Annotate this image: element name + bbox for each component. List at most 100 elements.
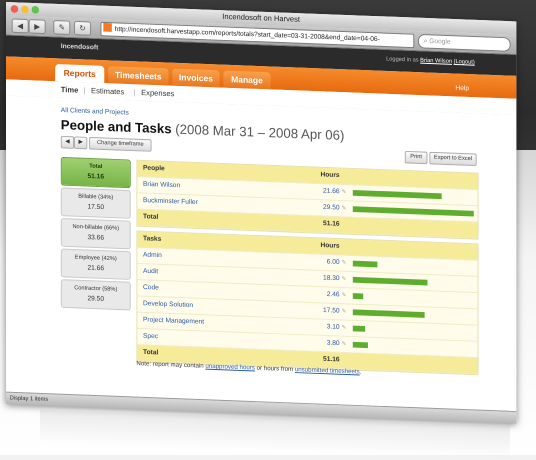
summary-label: Total bbox=[89, 163, 103, 170]
summary-non-billable[interactable]: Non-billable (66%) 33.66 bbox=[60, 218, 131, 250]
hours-link[interactable]: 2.46 bbox=[304, 290, 340, 298]
edit-icon[interactable]: ✎ bbox=[341, 308, 347, 315]
report-content: All Clients and Projects People and Task… bbox=[6, 95, 517, 423]
edit-icon[interactable]: ✎ bbox=[341, 205, 347, 212]
company-name: Incendosoft bbox=[60, 43, 99, 52]
export-excel-button[interactable]: Export to Excel bbox=[429, 151, 477, 167]
back-button[interactable]: ◀ bbox=[11, 18, 29, 34]
change-timeframe-button[interactable]: Change timeframe bbox=[89, 136, 152, 152]
next-period-button[interactable]: ▶ bbox=[74, 136, 88, 150]
prev-period-button[interactable]: ◀ bbox=[60, 135, 75, 149]
task-name-link[interactable]: Admin bbox=[143, 252, 162, 259]
logged-in-info: Logged in as Brian Wilson (Logout) bbox=[386, 57, 475, 66]
summary-employee[interactable]: Employee (42%) 21.66 bbox=[60, 248, 131, 280]
task-name-link[interactable]: Project Management bbox=[143, 317, 204, 326]
subnav-expenses[interactable]: Expenses bbox=[141, 85, 174, 103]
hours-link[interactable]: 3.10 bbox=[304, 323, 340, 331]
hours-bar bbox=[352, 260, 378, 268]
column-header-hours: Hours bbox=[320, 171, 340, 179]
column-header-hours: Hours bbox=[320, 242, 340, 250]
forward-arrow-icon: ▶ bbox=[34, 22, 41, 31]
hours-link[interactable]: 21.66 bbox=[304, 187, 340, 195]
reload-button[interactable]: ↻ bbox=[74, 20, 92, 36]
edit-icon[interactable]: ✎ bbox=[341, 340, 347, 347]
hours-link[interactable]: 18.30 bbox=[304, 274, 340, 282]
hours-bar bbox=[352, 206, 474, 217]
summary-value: 17.50 bbox=[87, 203, 105, 212]
minimize-window-button[interactable] bbox=[21, 5, 29, 14]
hours-link[interactable]: 6.00 bbox=[304, 258, 340, 266]
summary-value: 29.50 bbox=[87, 295, 105, 303]
back-arrow-icon: ◀ bbox=[17, 21, 24, 31]
search-field[interactable]: ⌕ Google bbox=[418, 33, 511, 52]
note-prefix: Note: report may contain bbox=[136, 360, 206, 370]
browser-window: Incendosoft on Harvest ◀ ▶ ✎ ↻ http://in… bbox=[6, 2, 517, 424]
breadcrumb[interactable]: All Clients and Projects bbox=[61, 107, 129, 116]
forward-button[interactable]: ▶ bbox=[28, 19, 46, 35]
total-label: Total bbox=[143, 349, 159, 357]
date-range: (2008 Mar 31 – 2008 Apr 06) bbox=[175, 121, 345, 143]
note-middle: or hours from bbox=[254, 364, 295, 374]
prev-arrow-icon: ◀ bbox=[65, 138, 70, 145]
user-link[interactable]: Brian Wilson bbox=[420, 58, 452, 65]
subnav-estimates[interactable]: Estimates bbox=[91, 83, 124, 100]
task-name-link[interactable]: Spec bbox=[143, 333, 158, 340]
hours-link[interactable]: 3.80 bbox=[304, 339, 340, 347]
subnav-separator: | bbox=[133, 88, 136, 97]
page-title-text: People and Tasks bbox=[60, 116, 172, 137]
tasks-table: Tasks Hours Admin 6.00 ✎ Audit 18.30 ✎ C… bbox=[136, 230, 479, 376]
hours-link[interactable]: 17.50 bbox=[304, 307, 340, 314]
edit-icon[interactable]: ✎ bbox=[341, 259, 347, 266]
person-name-link[interactable]: Buckminster Fuller bbox=[143, 197, 198, 206]
edit-icon[interactable]: ✎ bbox=[341, 189, 347, 196]
tab-manage[interactable]: Manage bbox=[223, 70, 271, 90]
summary-contractor[interactable]: Contractor (58%) 29.50 bbox=[60, 279, 131, 311]
help-link[interactable]: Help bbox=[455, 85, 469, 92]
window-title: Incendosoft on Harvest bbox=[222, 12, 301, 24]
logged-in-prefix: Logged in as bbox=[386, 56, 421, 64]
column-header-people: People bbox=[143, 164, 165, 173]
summary-label: Contractor (58%) bbox=[74, 285, 118, 293]
summary-total[interactable]: Total 51.16 bbox=[60, 156, 131, 189]
hours-bar bbox=[352, 341, 368, 349]
edit-icon[interactable]: ✎ bbox=[341, 275, 347, 282]
reload-icon: ↻ bbox=[79, 23, 86, 33]
unsubmitted-timesheets-link[interactable]: unsubmitted timesheets bbox=[295, 366, 360, 375]
edit-button[interactable]: ✎ bbox=[53, 20, 71, 36]
summary-billable[interactable]: Billable (34%) 17.50 bbox=[60, 187, 131, 219]
edit-icon[interactable]: ✎ bbox=[341, 292, 347, 299]
zoom-window-button[interactable] bbox=[31, 5, 40, 14]
logout-link[interactable]: (Logout) bbox=[454, 59, 475, 66]
summary-label: Billable (34%) bbox=[78, 193, 114, 201]
subnav-time[interactable]: Time bbox=[61, 81, 79, 98]
task-name-link[interactable]: Develop Solution bbox=[143, 300, 193, 309]
hours-bar bbox=[352, 189, 442, 200]
summary-value: 33.66 bbox=[87, 234, 105, 242]
task-name-link[interactable]: Audit bbox=[143, 268, 158, 275]
pencil-icon: ✎ bbox=[58, 23, 65, 32]
print-button[interactable]: Print bbox=[404, 150, 428, 165]
column-header-tasks: Tasks bbox=[143, 235, 162, 243]
next-arrow-icon: ▶ bbox=[78, 139, 83, 146]
tab-invoices[interactable]: Invoices bbox=[172, 68, 220, 88]
task-name-link[interactable]: Code bbox=[143, 284, 159, 291]
total-hours: 51.16 bbox=[323, 220, 340, 228]
hours-bar bbox=[352, 293, 364, 300]
hours-link[interactable]: 29.50 bbox=[304, 203, 340, 211]
person-name-link[interactable]: Brian Wilson bbox=[143, 181, 180, 189]
search-placeholder: Google bbox=[429, 38, 451, 46]
hours-bar bbox=[352, 325, 366, 332]
tab-reports[interactable]: Reports bbox=[55, 64, 105, 84]
harvest-favicon-icon bbox=[103, 22, 112, 32]
hours-bar bbox=[352, 276, 428, 286]
unapproved-hours-link[interactable]: unapproved hours bbox=[205, 363, 255, 372]
close-window-button[interactable] bbox=[10, 5, 19, 13]
people-table: People Hours Brian Wilson 21.66 ✎ Buckmi… bbox=[136, 159, 479, 240]
status-text: Display 1 items bbox=[9, 395, 49, 403]
edit-icon[interactable]: ✎ bbox=[341, 324, 347, 331]
subnav-separator: | bbox=[83, 86, 86, 95]
note-suffix: . bbox=[359, 368, 362, 376]
summary-label: Employee (42%) bbox=[74, 254, 117, 263]
summary-label: Non-billable (66%) bbox=[72, 224, 120, 232]
summary-value: 51.16 bbox=[87, 173, 105, 181]
